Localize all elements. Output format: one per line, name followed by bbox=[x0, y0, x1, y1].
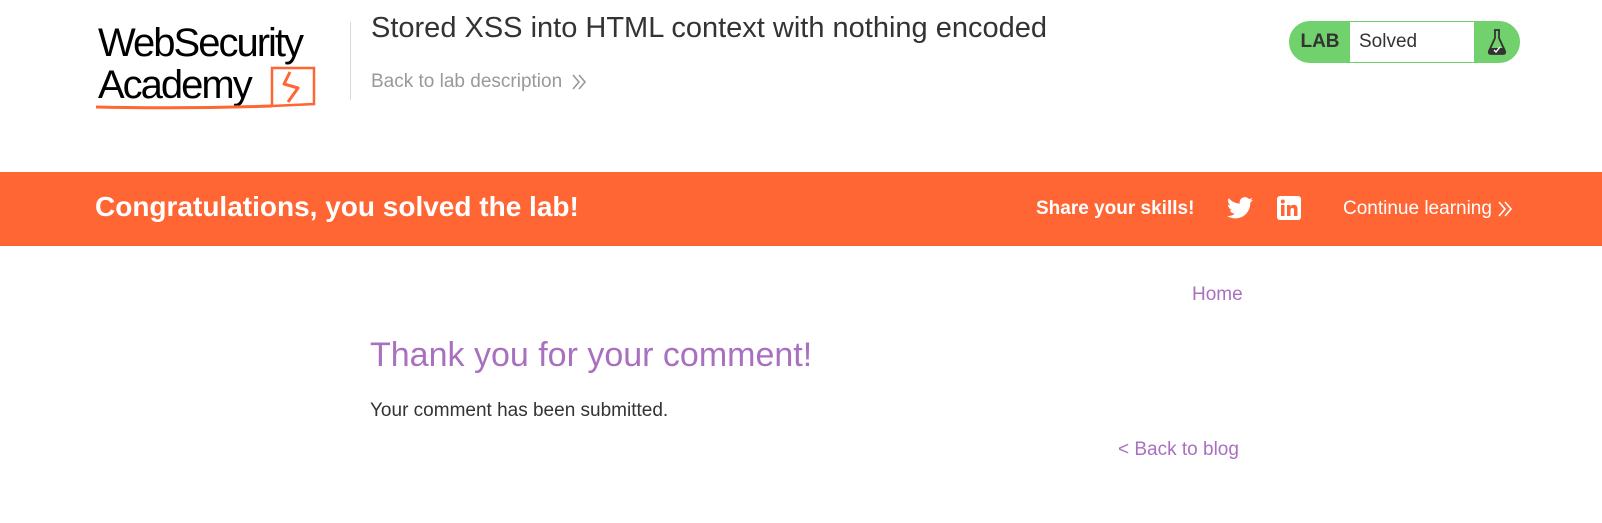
home-link[interactable]: Home bbox=[1192, 284, 1243, 306]
lab-status-label: Solved bbox=[1350, 22, 1474, 62]
submission-message: Your comment has been submitted. bbox=[370, 400, 669, 421]
lab-status-widget: LAB Solved bbox=[1289, 21, 1520, 63]
double-chevron-right-icon bbox=[1498, 201, 1512, 217]
logo-line1: WebSecurity bbox=[98, 21, 304, 65]
double-chevron-right-icon bbox=[572, 74, 587, 90]
flask-icon bbox=[1474, 22, 1519, 62]
lab-tag: LAB bbox=[1300, 31, 1340, 52]
continue-learning-label: Continue learning bbox=[1343, 198, 1492, 219]
linkedin-icon[interactable] bbox=[1277, 196, 1301, 220]
academy-logo[interactable]: WebSecurity Academy bbox=[96, 18, 346, 112]
header-divider bbox=[350, 22, 351, 100]
logo-bolt bbox=[282, 71, 300, 103]
lab-title-block: Stored XSS into HTML context with nothin… bbox=[371, 12, 1047, 93]
page-header: WebSecurity Academy Stored XSS into HTML… bbox=[0, 0, 1602, 172]
lab-title: Stored XSS into HTML context with nothin… bbox=[371, 12, 1047, 44]
continue-learning-link[interactable]: Continue learning bbox=[1343, 198, 1512, 220]
solved-banner: Congratulations, you solved the lab! Sha… bbox=[0, 172, 1602, 246]
share-skills-label: Share your skills! bbox=[1036, 198, 1195, 219]
twitter-icon[interactable] bbox=[1227, 196, 1253, 220]
back-to-lab-description-label: Back to lab description bbox=[371, 71, 563, 92]
solved-message: Congratulations, you solved the lab! bbox=[95, 191, 579, 222]
logo-line2: Academy bbox=[98, 63, 253, 107]
logo-underline bbox=[96, 104, 273, 110]
back-to-blog-link[interactable]: < Back to blog bbox=[1118, 439, 1239, 461]
page-title: Thank you for your comment! bbox=[370, 336, 813, 374]
back-to-lab-description-link[interactable]: Back to lab description bbox=[371, 71, 1047, 93]
